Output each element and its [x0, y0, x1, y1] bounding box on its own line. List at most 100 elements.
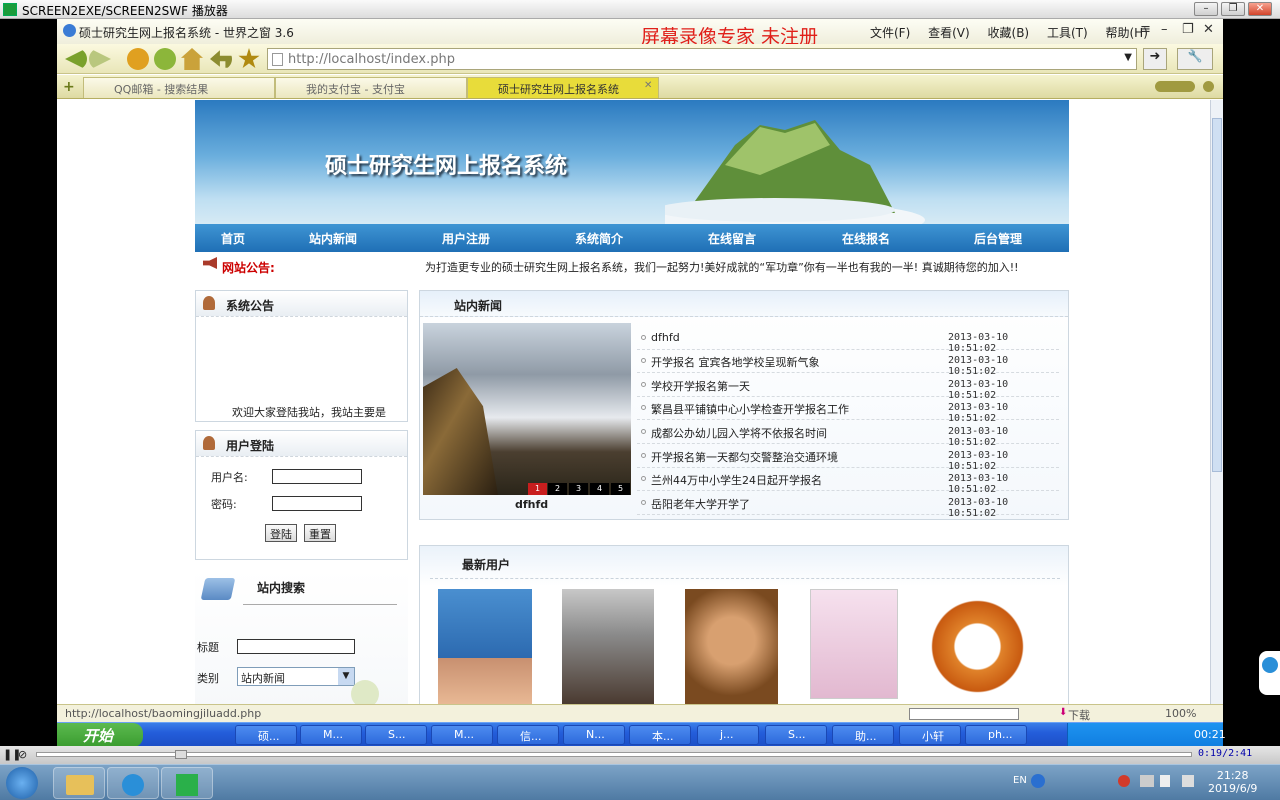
seek-track[interactable]: [36, 750, 1192, 759]
player-taskbar-icon[interactable]: [161, 767, 213, 799]
slide-page-3[interactable]: 3: [569, 483, 588, 495]
slide-page-5[interactable]: 5: [611, 483, 630, 495]
player-title-bar: SCREEN2EXE/SCREEN2SWF 播放器 – ❐ ✕: [0, 0, 1280, 19]
zoom-level[interactable]: 100%: [1165, 707, 1196, 720]
window-close-icon[interactable]: ✕: [1203, 22, 1214, 37]
nav-apply[interactable]: 在线报名: [842, 230, 890, 247]
start-button[interactable]: 开始: [57, 723, 143, 747]
taskbar-item[interactable]: 信...: [497, 725, 559, 745]
menu-favorites[interactable]: 收藏(B): [988, 26, 1030, 40]
taskbar-item[interactable]: S...: [765, 725, 827, 745]
slideshow-caption[interactable]: dfhfd: [515, 498, 548, 511]
maximize-button[interactable]: ❐: [1221, 2, 1245, 16]
tray-flag-icon[interactable]: [1140, 775, 1154, 787]
user-avatar[interactable]: [930, 589, 1025, 704]
new-tab-plus-icon[interactable]: +: [63, 79, 75, 95]
tray-app-icon[interactable]: [1118, 775, 1130, 787]
page-scrollbar[interactable]: [1210, 100, 1223, 704]
nav-admin[interactable]: 后台管理: [974, 230, 1022, 247]
list-item[interactable]: 兰州44万中小学生24日起开学报名 2013-03-10 10:51:02: [637, 468, 1059, 495]
close-button[interactable]: ✕: [1248, 2, 1272, 16]
login-box: 用户登陆 用户名: 密码: 登陆 重置: [195, 430, 408, 560]
slide-page-1[interactable]: 1: [528, 483, 547, 495]
back-icon[interactable]: [65, 48, 87, 70]
list-item[interactable]: 繁昌县平铺镇中心小学检查开学报名工作 2013-03-10 10:51:02: [637, 397, 1059, 424]
menu-tools[interactable]: 工具(T): [1047, 26, 1088, 40]
taskbar-item[interactable]: M...: [431, 725, 493, 745]
list-item[interactable]: 开学报名 宜宾各地学校呈现新气象 2013-03-10 10:51:02: [637, 350, 1059, 377]
download-icon[interactable]: ⬇: [1059, 707, 1067, 718]
slide-page-4[interactable]: 4: [590, 483, 609, 495]
list-item[interactable]: 成都公办幼儿园入学将不依报名时间 2013-03-10 10:51:02: [637, 421, 1059, 448]
nav-register[interactable]: 用户注册: [442, 230, 490, 247]
list-item[interactable]: dfhfd 2013-03-10 10:51:02: [637, 327, 1059, 354]
news-slideshow-image[interactable]: 1 2 3 4 5: [423, 323, 631, 495]
search-title-input[interactable]: [237, 639, 355, 654]
undo-close-icon[interactable]: [210, 50, 232, 68]
taskbar-item[interactable]: ph...: [965, 725, 1027, 745]
user-avatar[interactable]: [438, 589, 532, 704]
address-dropdown-icon[interactable]: ▼: [1124, 52, 1132, 63]
stop-icon[interactable]: ⊘: [18, 748, 27, 761]
volume-icon[interactable]: [1160, 775, 1170, 787]
qq-float-icon[interactable]: [1259, 651, 1280, 695]
search-type-select[interactable]: 站内新闻 ▼: [237, 667, 355, 686]
user-avatar[interactable]: [810, 589, 898, 699]
seek-thumb[interactable]: [175, 750, 187, 759]
list-item[interactable]: 学校开学报名第一天 2013-03-10 10:51:02: [637, 374, 1059, 401]
username-input[interactable]: [272, 469, 362, 484]
go-icon[interactable]: ➜: [1143, 48, 1167, 70]
taskbar-item[interactable]: 助...: [832, 725, 894, 745]
explorer-taskbar-icon[interactable]: [53, 767, 105, 799]
scrollbar-thumb[interactable]: [1212, 118, 1222, 472]
refresh-icon[interactable]: [154, 48, 176, 70]
browser-window: 硕士研究生网上报名系统 - 世界之窗 3.6 屏幕录像专家 未注册 文件(F) …: [57, 19, 1223, 722]
tab-qq-mail[interactable]: QQ邮箱 - 搜索结果: [83, 77, 275, 98]
user-avatar[interactable]: [685, 589, 778, 704]
stop-icon[interactable]: [127, 48, 149, 70]
tab-alipay[interactable]: 我的支付宝 - 支付宝: [275, 77, 467, 98]
user-avatar[interactable]: [562, 589, 654, 704]
list-item[interactable]: 岳阳老年大学开学了 2013-03-10 10:51:02: [637, 492, 1059, 519]
favorites-star-icon[interactable]: [238, 48, 260, 69]
taskbar-item[interactable]: 小轩: [899, 725, 961, 745]
minimize-button[interactable]: –: [1194, 2, 1218, 16]
nav-about[interactable]: 系统简介: [575, 230, 623, 247]
network-icon[interactable]: [1182, 775, 1194, 787]
taskbar-item[interactable]: S...: [365, 725, 427, 745]
tab-close-icon[interactable]: ✕: [644, 80, 652, 91]
password-input[interactable]: [272, 496, 362, 511]
nav-news[interactable]: 站内新闻: [309, 230, 357, 247]
taskbar-item[interactable]: 硕...: [235, 725, 297, 745]
chevron-down-icon[interactable]: ▼: [338, 668, 354, 685]
nav-home[interactable]: 首页: [221, 230, 245, 247]
taskbar-item[interactable]: N...: [563, 725, 625, 745]
windows-clock[interactable]: 21:28 2019/6/9: [1208, 769, 1257, 795]
login-button[interactable]: 登陆: [265, 524, 297, 542]
tab-active-site[interactable]: 硕士研究生网上报名系统: [467, 77, 659, 98]
reset-button[interactable]: 重置: [304, 524, 336, 542]
tab-list-icon[interactable]: [1203, 81, 1214, 92]
tools-wrench-icon[interactable]: 🔧: [1177, 48, 1213, 70]
menu-file[interactable]: 文件(F): [870, 26, 910, 40]
slide-page-2[interactable]: 2: [548, 483, 567, 495]
options-icon[interactable]: ≡: [1140, 22, 1151, 37]
help-icon[interactable]: [1031, 774, 1045, 788]
download-label[interactable]: 下载: [1068, 707, 1090, 723]
home-icon[interactable]: [181, 48, 203, 70]
teamviewer-taskbar-icon[interactable]: [107, 767, 159, 799]
forward-icon[interactable]: [89, 48, 111, 70]
browser-status-bar: http://localhost/baomingjiluadd.php ⬇ 下载…: [57, 704, 1223, 722]
tab-scroll-icon[interactable]: [1155, 81, 1195, 92]
taskbar-item[interactable]: j...: [697, 725, 759, 745]
list-item[interactable]: 开学报名第一天都匀交警整治交通环境 2013-03-10 10:51:02: [637, 445, 1059, 472]
taskbar-item[interactable]: M...: [300, 725, 362, 745]
language-indicator[interactable]: EN: [1013, 775, 1027, 786]
taskbar-item[interactable]: 本...: [629, 725, 691, 745]
address-bar[interactable]: http://localhost/index.php ▼: [267, 48, 1137, 70]
window-restore-icon[interactable]: ❐: [1182, 22, 1194, 37]
nav-message[interactable]: 在线留言: [708, 230, 756, 247]
menu-view[interactable]: 查看(V): [928, 26, 970, 40]
window-minimize-icon[interactable]: –: [1161, 22, 1168, 37]
windows-start-icon[interactable]: [6, 767, 38, 799]
